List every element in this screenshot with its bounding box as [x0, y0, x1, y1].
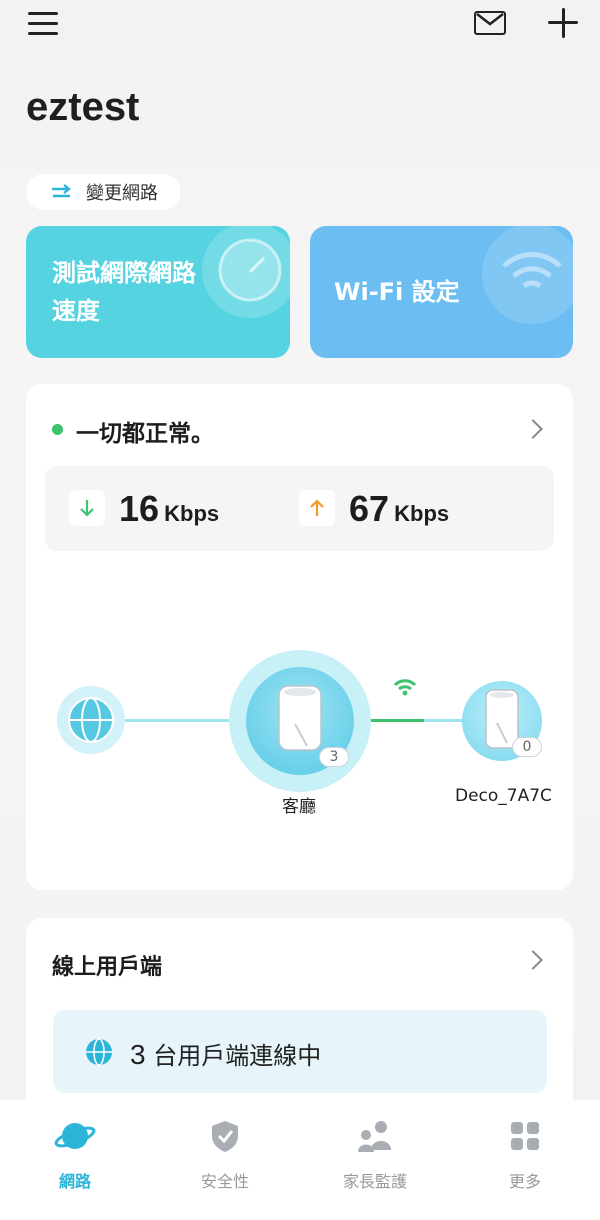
planet-icon [54, 1123, 96, 1149]
grid-icon [511, 1122, 539, 1150]
up-arrow-icon [299, 490, 335, 526]
satellite-deco-node[interactable]: 0 [462, 681, 542, 761]
nav-security[interactable]: 安全性 [150, 1118, 300, 1192]
speed-test-label-line1: 測試網際網路 [52, 259, 196, 287]
download-speed-value: 16 [119, 488, 160, 529]
bottom-navigation: 網路 安全性 家長監護 更多 [0, 1100, 600, 1220]
hamburger-menu-icon[interactable] [28, 12, 58, 36]
plus-icon[interactable] [548, 8, 578, 38]
network-status-text: 一切都正常。 [76, 421, 214, 447]
clients-summary[interactable]: 3 台用戶端連線中 [53, 1010, 547, 1093]
internet-link-line [124, 719, 234, 722]
wifi-signal-icon [393, 679, 417, 696]
globe-icon [86, 1038, 112, 1066]
nav-parental-label: 家長監護 [342, 1172, 407, 1191]
satellite-node-label: Deco_7A7C [455, 786, 552, 806]
status-ok-dot [52, 424, 63, 435]
main-deco-node[interactable]: 3 [229, 650, 371, 792]
main-node-client-badge: 3 [319, 747, 349, 767]
swap-arrows-icon [52, 184, 71, 198]
shield-check-icon [212, 1121, 238, 1152]
envelope-icon[interactable] [474, 11, 506, 35]
speed-test-label-line2: 速度 [52, 297, 100, 325]
status-chevron-right-icon[interactable] [523, 419, 543, 439]
upload-speed-value: 67 [349, 488, 390, 529]
nav-security-label: 安全性 [200, 1172, 249, 1191]
download-speed-unit: Kbps [164, 501, 220, 526]
nav-network-label: 網路 [58, 1172, 91, 1191]
nav-more-label: 更多 [508, 1172, 541, 1191]
nav-parental-controls[interactable]: 家長監護 [300, 1118, 450, 1192]
network-status-card: 一切都正常。 16 Kbps 67 Kbps 3 客廳 0 Deco_7A7C [26, 384, 573, 890]
nav-network[interactable]: 網路 [0, 1118, 150, 1192]
down-arrow-icon [69, 490, 105, 526]
change-network-label: 變更網路 [86, 183, 158, 204]
speedometer-icon [202, 226, 290, 318]
online-clients-card[interactable]: 線上用戶端 3 台用戶端連線中 [26, 918, 573, 1118]
satellite-node-client-badge: 0 [512, 737, 542, 757]
main-node-label: 客廳 [282, 797, 316, 817]
globe-icon[interactable] [57, 686, 125, 754]
wifi-settings-tile[interactable]: Wi-Fi 設定 [310, 226, 573, 358]
clients-chevron-right-icon[interactable] [523, 950, 543, 970]
speed-summary: 16 Kbps 67 Kbps [45, 466, 554, 551]
client-count: 3 [130, 1039, 146, 1070]
deco-router-icon [278, 685, 322, 751]
mesh-link-line-tail [424, 719, 466, 722]
page-title: eztest [26, 85, 140, 129]
change-network-button[interactable]: 變更網路 [26, 174, 181, 210]
speed-test-tile[interactable]: 測試網際網路 速度 [26, 226, 290, 358]
client-count-text: 台用戶端連線中 [153, 1042, 322, 1070]
wifi-settings-label: Wi-Fi 設定 [334, 278, 460, 306]
upload-speed-unit: Kbps [394, 501, 450, 526]
nav-more[interactable]: 更多 [450, 1118, 600, 1192]
family-icon [358, 1121, 391, 1152]
envelope-flap [476, 13, 504, 26]
online-clients-title: 線上用戶端 [52, 955, 163, 980]
wifi-icon [482, 226, 573, 324]
